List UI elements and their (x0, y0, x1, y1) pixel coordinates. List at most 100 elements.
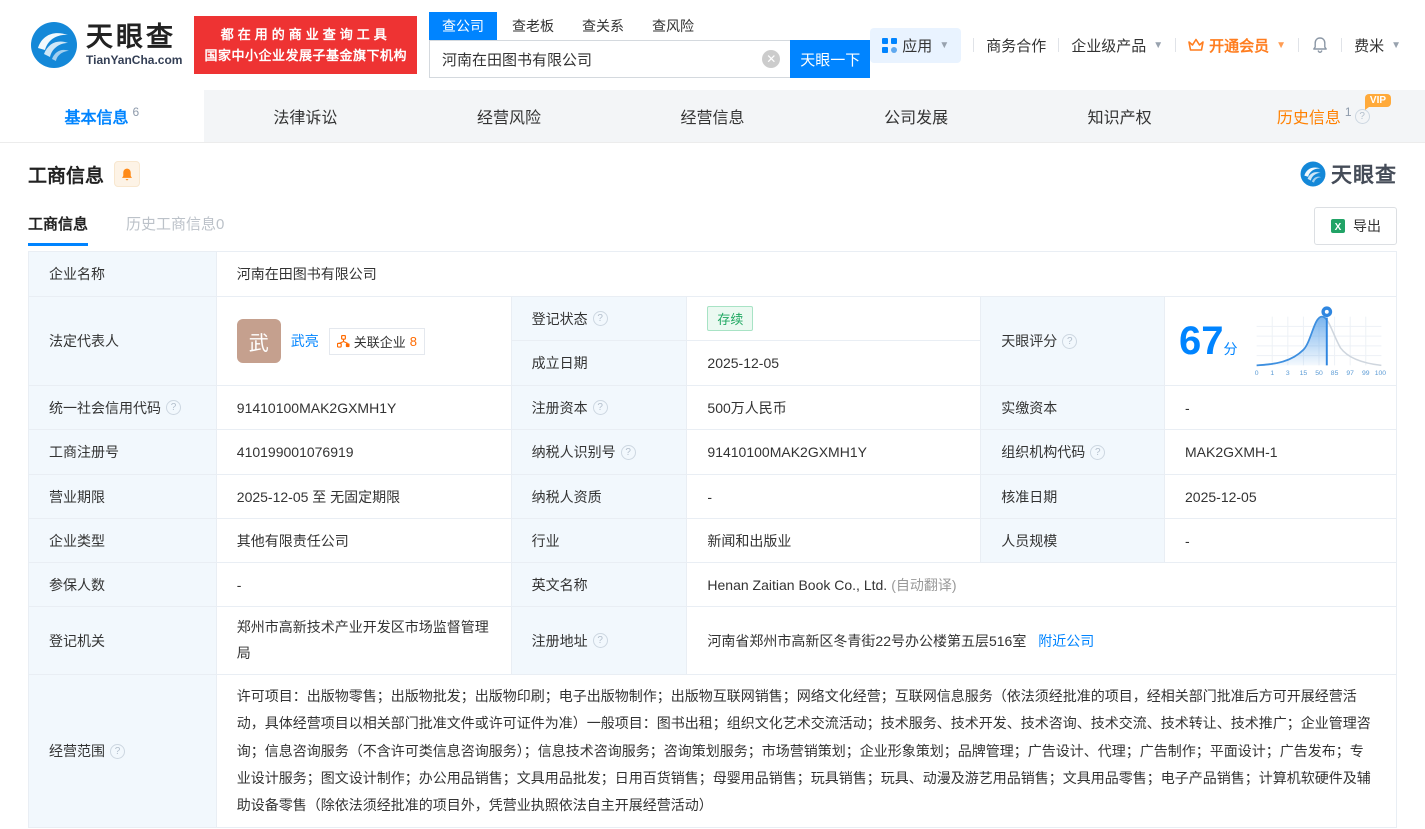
logo-domain: TianYanCha.com (86, 53, 183, 68)
tianyancha-watermark-text: 天眼查 (1331, 164, 1397, 187)
help-icon[interactable] (1090, 444, 1106, 460)
company-name-label: 企业名称 (28, 251, 217, 297)
legal-rep-cell: 武 武亮 关联企业 8 (215, 296, 512, 386)
staff-size-label: 人员规模 (980, 518, 1166, 563)
help-icon[interactable] (592, 400, 608, 415)
table-row: 法定代表人 武 武亮 关联企业 8 登记状态 ? 存续 天眼评分 ? 67分 0… (28, 296, 1397, 386)
user-menu[interactable]: 费米 ▼ (1354, 35, 1401, 56)
establish-date-label: 成立日期 (510, 340, 688, 386)
table-row: 统一社会信用代码 91410100MAK2GXMH1Y 注册资本 500万人民币… (28, 385, 1397, 430)
divider (1175, 38, 1177, 52)
svg-text:99: 99 (1362, 370, 1370, 377)
tianyancha-logo[interactable]: 天眼查 TianYanCha.com (30, 21, 182, 69)
main-content: 工商信息 天眼查 工商信息 历史工商信息0 X 导出 企业名称 河南在田图书有限… (0, 159, 1425, 829)
table-row: 企业名称 河南在田图书有限公司 (28, 251, 1398, 297)
chevron-down-icon: ▼ (1391, 39, 1401, 51)
address-label: 注册地址 (510, 606, 688, 675)
tab-basic-info-label: 基本信息 (64, 110, 129, 127)
english-name-value: Henan Zaitian Book Co., Ltd. (自动翻译) (686, 562, 1397, 607)
tab-history-info-label: 历史信息 (1276, 110, 1341, 127)
monitor-bell-button[interactable] (114, 161, 141, 187)
nearby-companies-link[interactable]: 附近公司 (1038, 633, 1094, 649)
business-term-label: 营业期限 (28, 474, 217, 519)
subtab-history-business-info[interactable]: 历史工商信息0 (126, 213, 224, 246)
taxpayer-id-label: 纳税人识别号 (510, 429, 688, 475)
top-nav: 应用 ▼ 商务合作 企业级产品 ▼ 开通会员 ▼ 费米 ▼ (870, 27, 1401, 63)
business-scope-label: 经营范围 (28, 673, 217, 829)
excel-icon: X (1331, 219, 1345, 233)
nav-enterprise-product[interactable]: 企业级产品 ▼ (1071, 35, 1163, 56)
related-companies-badge[interactable]: 关联企业 8 (328, 327, 426, 355)
svg-text:0: 0 (1255, 370, 1259, 377)
search-tab-company[interactable]: 查公司 (429, 12, 497, 40)
help-icon[interactable] (592, 633, 608, 648)
divider (1058, 38, 1060, 52)
address-value: 河南省郑州市高新区冬青街22号办公楼第五层516室 附近公司 (686, 606, 1397, 675)
establish-date-value: 2025-12-05 (686, 340, 982, 386)
score-distribution-chart: 0 1 3 15 50 85 97 99 100 (1255, 306, 1386, 377)
chevron-down-icon: ▼ (1276, 39, 1287, 51)
subtab-business-info[interactable]: 工商信息 (28, 213, 89, 246)
promo-line1: 都在用的商业查询工具 (220, 26, 391, 42)
username: 费米 (1354, 37, 1385, 55)
business-term-value: 2025-12-05 至 无固定期限 (215, 474, 512, 519)
nav-open-vip-label: 开通会员 (1209, 37, 1270, 55)
org-network-icon (336, 334, 350, 348)
svg-text:85: 85 (1331, 370, 1339, 377)
tab-company-development[interactable]: 公司发展 (814, 90, 1018, 142)
score-cell: 67分 0 1 3 15 50 85 97 99 100 (1164, 296, 1397, 386)
insured-value: - (215, 562, 512, 607)
svg-text:97: 97 (1346, 370, 1354, 377)
notification-bell[interactable] (1311, 36, 1329, 54)
chevron-down-icon: ▼ (939, 39, 950, 51)
tab-basic-info[interactable]: 基本信息 6 (0, 90, 204, 142)
tab-intellectual-property[interactable]: 知识产权 (1018, 90, 1222, 142)
tab-legal-litigation[interactable]: 法律诉讼 (204, 90, 408, 142)
company-name-value: 河南在田图书有限公司 (215, 251, 1398, 297)
help-icon[interactable] (166, 400, 181, 415)
tab-operation-risk[interactable]: 经营风险 (407, 90, 611, 142)
help-icon[interactable] (1062, 333, 1078, 349)
search-tabs: 查公司 查老板 查关系 查风险 (429, 12, 870, 40)
promo-banner: 都在用的商业查询工具 国家中小企业发展子基金旗下机构 (194, 15, 417, 75)
tab-operation-info[interactable]: 经营信息 (611, 90, 815, 142)
svg-text:3: 3 (1286, 370, 1290, 377)
english-name-label: 英文名称 (510, 562, 688, 607)
org-code-value: MAK2GXMH-1 (1164, 429, 1397, 475)
taxpayer-quality-value: - (686, 474, 982, 519)
table-row: 经营范围 许可项目：出版物零售；出版物批发；出版物印刷；电子出版物制作；出版物互… (28, 673, 1398, 829)
search-input[interactable] (429, 40, 791, 78)
reg-capital-value: 500万人民币 (686, 385, 982, 430)
search-button[interactable]: 天眼一下 (790, 40, 871, 78)
export-button-label: 导出 (1353, 218, 1381, 234)
reg-authority-value: 郑州市高新技术产业开发区市场监督管理局 (215, 606, 512, 675)
reg-number-value: 410199001076919 (215, 429, 512, 475)
tab-basic-info-count: 6 (132, 105, 140, 119)
help-icon[interactable] (1354, 108, 1370, 124)
industry-label: 行业 (510, 518, 688, 563)
page-header: 天眼查 TianYanCha.com 都在用的商业查询工具 国家中小企业发展子基… (0, 0, 1425, 90)
tab-operation-info-label: 经营信息 (680, 110, 745, 127)
nav-open-vip[interactable]: 开通会员 ▼ (1188, 35, 1286, 56)
credit-code-label: 统一社会信用代码 (28, 385, 217, 430)
legal-rep-name-link[interactable]: 武亮 (291, 331, 319, 351)
reg-status-label: 登记状态 (510, 296, 688, 341)
tab-history-info[interactable]: VIP 历史信息 1 (1221, 90, 1425, 142)
score-label: 天眼评分 (980, 296, 1166, 386)
help-icon[interactable] (110, 743, 125, 759)
export-button[interactable]: X 导出 (1314, 207, 1397, 245)
help-icon[interactable] (620, 444, 636, 460)
reg-number-label: 工商注册号 (28, 429, 217, 475)
search-tab-risk[interactable]: 查风险 (639, 12, 707, 40)
org-code-label: 组织机构代码 (980, 429, 1166, 475)
company-type-label: 企业类型 (28, 518, 217, 563)
table-row: 企业类型 其他有限责任公司 行业 新闻和出版业 人员规模 - (28, 518, 1397, 563)
nav-apps[interactable]: 应用 ▼ (870, 27, 962, 63)
help-icon[interactable] (592, 311, 608, 326)
nav-business-cooperation[interactable]: 商务合作 (986, 35, 1046, 56)
legal-rep-avatar[interactable]: 武 (236, 319, 281, 363)
search-tab-boss[interactable]: 查老板 (499, 12, 567, 40)
section-title: 工商信息 (28, 165, 105, 187)
search-tab-relation[interactable]: 查关系 (569, 12, 637, 40)
related-companies-count: 8 (409, 333, 418, 349)
